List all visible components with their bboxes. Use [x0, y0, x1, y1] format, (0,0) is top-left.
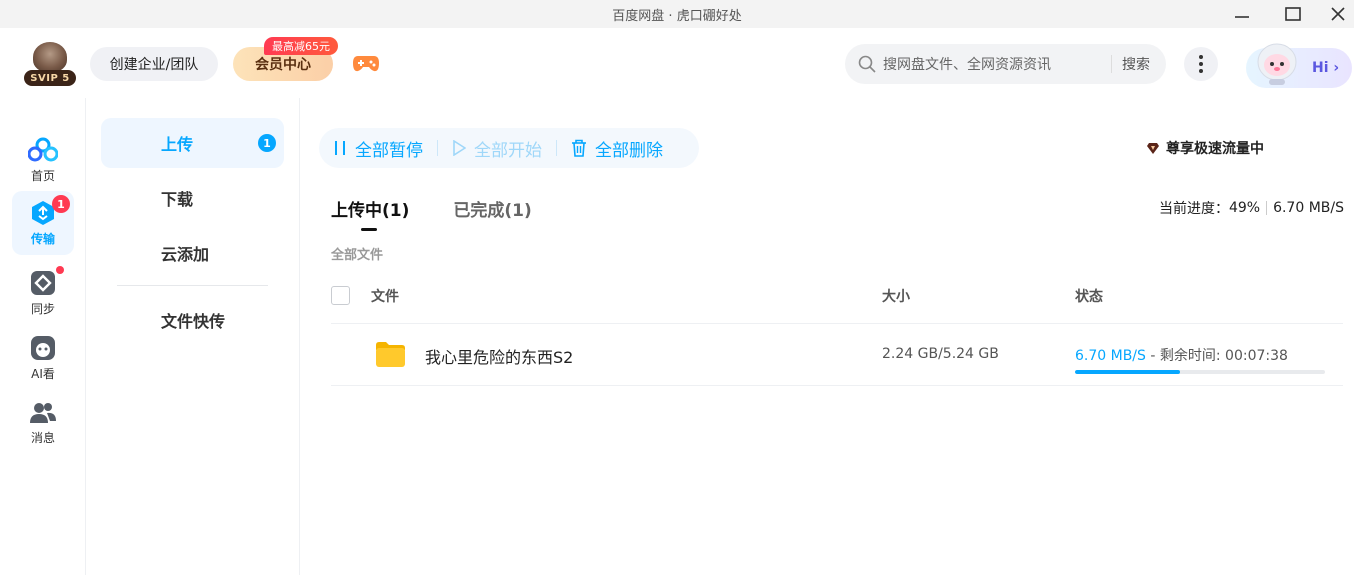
more-dots-icon	[1199, 55, 1203, 59]
search-divider	[1111, 55, 1112, 73]
search-icon	[858, 55, 876, 73]
game-controller-icon[interactable]	[352, 52, 380, 74]
column-header-size: 大小	[882, 289, 910, 305]
transfer-tabs: 上传中(1) 已完成(1)	[331, 196, 532, 231]
more-dot	[1199, 69, 1203, 73]
delete-all-button[interactable]: 全部删除	[557, 128, 677, 168]
play-icon	[453, 140, 466, 156]
progress-percent: 49%	[1228, 200, 1261, 216]
search-button[interactable]: 搜索	[1122, 54, 1150, 74]
main-content: 全部暂停 全部开始 全部删除 尊享极速流量中 上传中(1) 已完成(1) 当前进…	[300, 98, 1354, 575]
file-name: 我心里危险的东西S2	[425, 348, 574, 367]
unread-dot	[56, 266, 64, 274]
more-dot	[1199, 62, 1203, 66]
file-size: 2.24 GB/5.24 GB	[882, 346, 999, 362]
summary-divider	[1266, 201, 1268, 215]
home-icon	[28, 137, 58, 161]
app-header: SVIP 5 创建企业/团队 会员中心 最高减65元 搜网盘文件、全网资源资讯 …	[0, 28, 1354, 98]
transfer-toolbar: 全部暂停 全部开始 全部删除	[319, 128, 699, 168]
more-menu-button[interactable]	[1184, 47, 1218, 81]
remaining-time: - 剩余时间: 00:07:38	[1145, 348, 1288, 364]
subnav-label: 下载	[161, 190, 194, 209]
select-all-checkbox[interactable]	[331, 286, 350, 305]
close-icon	[1331, 7, 1345, 21]
start-all-button[interactable]: 全部开始	[438, 128, 556, 168]
pause-all-label: 全部暂停	[355, 140, 423, 161]
hi-text: Hi	[1312, 60, 1329, 76]
assistant-mascot-icon[interactable]	[1252, 40, 1302, 86]
progress-bar-fill	[1075, 370, 1180, 374]
diamond-icon	[1147, 143, 1159, 154]
avatar-image	[33, 42, 67, 72]
search-box[interactable]: 搜网盘文件、全网资源资讯 搜索	[845, 44, 1166, 84]
subnav-label: 上传	[161, 135, 194, 154]
svip-badge: SVIP 5	[24, 70, 76, 86]
speed-boost-label: 尊享极速流量中	[1166, 141, 1264, 157]
primary-sidebar: 首页 传输 1 同步 AI看 消息	[0, 98, 86, 575]
window-title: 百度网盘 · 虎口硼好处	[612, 8, 742, 24]
promo-badge: 最高减65元	[264, 37, 338, 55]
assistant-hi-label[interactable]: Hi ›	[1312, 60, 1339, 76]
table-header: 文件 大小 状态	[331, 274, 1343, 324]
message-icon	[30, 402, 56, 423]
search-input[interactable]: 搜网盘文件、全网资源资讯	[883, 54, 1111, 74]
table-row[interactable]: 我心里危险的东西S2 2.24 GB/5.24 GB 6.70 MB/S - 剩…	[331, 324, 1343, 386]
folder-icon	[376, 342, 405, 367]
maximize-button[interactable]	[1271, 0, 1315, 28]
subnav-label: 云添加	[161, 245, 210, 264]
subnav-item-quick-transfer[interactable]: 文件快传	[101, 295, 284, 345]
ai-watch-icon	[31, 335, 55, 360]
overall-speed: 6.70 MB/S	[1273, 200, 1344, 216]
transfer-subnav: 上传 1 下载 云添加 文件快传	[86, 98, 300, 575]
close-button[interactable]	[1322, 0, 1354, 28]
chevron-right-icon: ›	[1333, 60, 1340, 76]
column-header-status: 状态	[1075, 289, 1103, 305]
subnav-divider	[117, 285, 268, 286]
maximize-icon	[1285, 7, 1301, 21]
pause-all-button[interactable]: 全部暂停	[319, 128, 437, 168]
sidebar-item-transfer[interactable]: 传输 1	[12, 191, 74, 255]
subnav-item-upload[interactable]: 上传 1	[101, 118, 284, 168]
sidebar-label: 传输	[30, 231, 55, 246]
transfer-speed: 6.70 MB/S	[1075, 348, 1146, 364]
progress-label: 当前进度：	[1158, 201, 1229, 217]
avatar[interactable]: SVIP 5	[24, 42, 76, 86]
sidebar-item-home[interactable]: 首页	[12, 128, 74, 192]
progress-summary: 当前进度： 49% 6.70 MB/S	[1159, 198, 1344, 218]
create-team-button[interactable]: 创建企业/团队	[90, 47, 218, 81]
sidebar-label: 同步	[30, 301, 55, 316]
tab-completed[interactable]: 已完成(1)	[453, 196, 531, 221]
sidebar-item-sync[interactable]: 同步	[12, 261, 74, 325]
subnav-item-download[interactable]: 下载	[101, 173, 284, 223]
progress-bar	[1075, 370, 1325, 374]
trash-icon	[572, 139, 586, 157]
section-label: 全部文件	[331, 248, 384, 263]
speed-boost-tag[interactable]: 尊享极速流量中	[1146, 138, 1264, 158]
transfer-status: 6.70 MB/S - 剩余时间: 00:07:38	[1075, 345, 1288, 365]
sidebar-label: 消息	[30, 430, 55, 445]
column-header-file: 文件	[371, 289, 399, 305]
sidebar-label: AI看	[31, 366, 55, 381]
minimize-icon	[1235, 16, 1249, 18]
sidebar-item-messages[interactable]: 消息	[12, 391, 74, 455]
start-all-label: 全部开始	[474, 140, 542, 161]
minimize-button[interactable]	[1220, 0, 1264, 28]
delete-all-label: 全部删除	[595, 140, 663, 161]
sidebar-item-ai-watch[interactable]: AI看	[12, 326, 74, 390]
subnav-item-cloud-add[interactable]: 云添加	[101, 228, 284, 278]
title-bar: 百度网盘 · 虎口硼好处	[0, 0, 1354, 28]
upload-count-badge: 1	[258, 134, 276, 152]
subnav-label: 文件快传	[161, 312, 226, 331]
sidebar-label: 首页	[30, 168, 55, 183]
sync-icon	[31, 270, 55, 295]
notification-badge: 1	[52, 195, 70, 213]
tab-uploading[interactable]: 上传中(1)	[331, 196, 409, 231]
pause-icon	[335, 141, 345, 155]
